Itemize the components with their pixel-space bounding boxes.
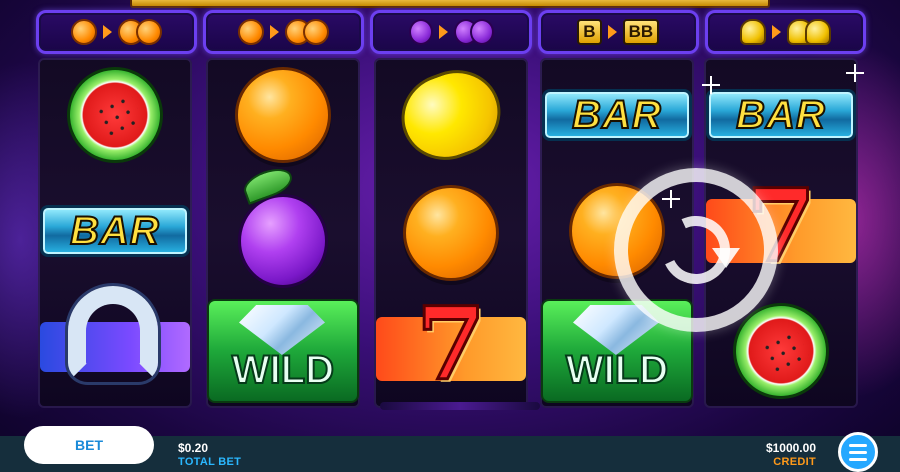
orange-icon <box>71 19 98 45</box>
game-stage: B BB BAR WILD 7 BAR WILD BAR 7 <box>0 0 900 436</box>
symbol-orange <box>206 58 360 172</box>
symbol-bar: BAR <box>540 58 694 172</box>
bar-label: BAR <box>571 92 662 138</box>
symbol-horseshoe <box>38 286 192 404</box>
reel-2: WILD <box>206 58 360 408</box>
sparkle-icon <box>662 190 680 208</box>
arrow-right-icon <box>270 25 280 39</box>
double-orange-icon <box>118 19 163 45</box>
total-bet-label: TOTAL BET <box>178 456 242 468</box>
sparkle-icon <box>846 64 864 82</box>
arrow-right-icon <box>771 25 781 39</box>
paytable-bell <box>704 10 867 54</box>
sparkle-icon <box>702 76 720 94</box>
bar-small-label: B <box>577 19 602 45</box>
bar-double-label: BB <box>622 19 660 45</box>
paytable-row: B BB <box>36 10 867 56</box>
hamburger-menu-icon[interactable] <box>838 432 878 472</box>
replay-button[interactable] <box>614 168 778 332</box>
wild-label: WILD <box>565 347 669 393</box>
paytable-orange-1 <box>36 10 198 54</box>
paytable-orange-2 <box>203 10 365 54</box>
symbol-lemon <box>374 57 528 173</box>
paytable-plum <box>370 10 532 54</box>
total-bet-value: $0.20 <box>178 441 209 455</box>
credit-value: $1000.00 <box>765 441 816 455</box>
reel-divider <box>380 402 540 410</box>
symbol-bar: BAR <box>704 58 858 172</box>
double-orange-icon <box>285 19 330 45</box>
reel-1: BAR <box>38 51 192 408</box>
symbol-plum <box>206 184 360 298</box>
arrow-right-icon <box>438 25 448 39</box>
credit-label: CREDIT <box>773 456 816 468</box>
symbol-seven: 7 <box>374 292 528 406</box>
arrow-right-icon <box>103 25 113 39</box>
seven-label: 7 <box>415 285 488 403</box>
symbol-bar: BAR <box>38 174 192 288</box>
double-bell-icon <box>786 19 831 45</box>
plum-icon <box>238 194 328 288</box>
bet-button[interactable]: BET <box>24 426 154 464</box>
bar-label: BAR <box>69 208 160 254</box>
paytable-bar: B BB <box>537 10 699 54</box>
bar-label: BAR <box>735 92 826 138</box>
reel-3: 7 <box>374 57 528 408</box>
arrow-right-icon <box>607 25 617 39</box>
symbol-orange <box>374 176 528 290</box>
orange-icon <box>238 19 265 45</box>
plum-icon <box>408 19 433 45</box>
symbol-watermelon <box>38 51 192 179</box>
wild-label: WILD <box>231 347 335 393</box>
horseshoe-icon <box>68 286 158 382</box>
top-banner <box>130 0 770 8</box>
double-plum-icon <box>453 19 494 45</box>
watermelon-icon <box>51 51 179 179</box>
symbol-wild: WILD <box>206 294 360 408</box>
arrow-down-icon <box>712 248 740 268</box>
orange-icon <box>235 67 331 163</box>
orange-icon <box>403 185 499 281</box>
bell-icon <box>739 19 766 45</box>
lemon-icon <box>389 57 513 173</box>
